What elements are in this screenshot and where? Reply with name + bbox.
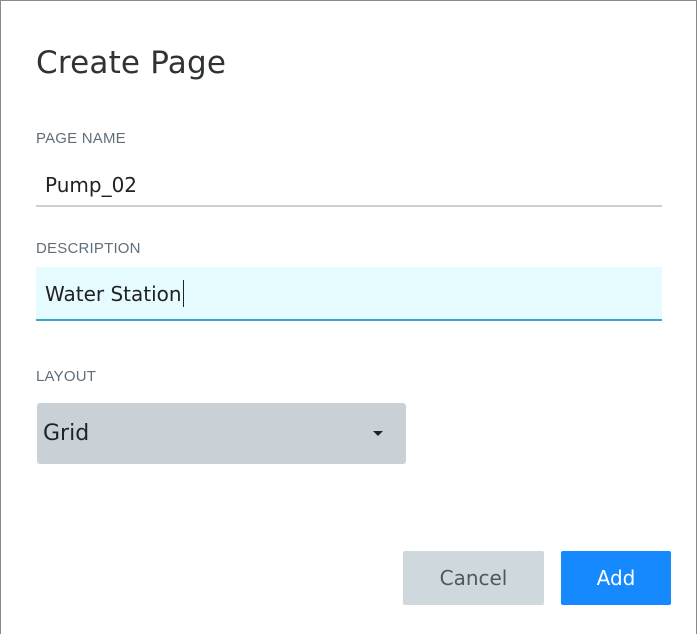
description-label: DESCRIPTION <box>36 240 141 257</box>
description-input[interactable]: Water Station <box>36 267 662 321</box>
page-name-input[interactable]: Pump_02 <box>36 165 662 207</box>
dialog-title: Create Page <box>36 45 227 81</box>
create-page-dialog: Create Page PAGE NAME Pump_02 DESCRIPTIO… <box>0 0 697 634</box>
page-name-value: Pump_02 <box>45 173 138 197</box>
layout-selected-value: Grid <box>43 421 90 446</box>
layout-label: LAYOUT <box>36 368 97 385</box>
cancel-button[interactable]: Cancel <box>403 551 544 605</box>
page-name-label: PAGE NAME <box>36 130 126 147</box>
text-cursor <box>182 280 184 307</box>
layout-select[interactable]: Grid <box>37 403 406 464</box>
chevron-down-icon[interactable] <box>373 431 383 436</box>
description-value: Water Station <box>45 282 182 306</box>
add-button[interactable]: Add <box>561 551 671 605</box>
